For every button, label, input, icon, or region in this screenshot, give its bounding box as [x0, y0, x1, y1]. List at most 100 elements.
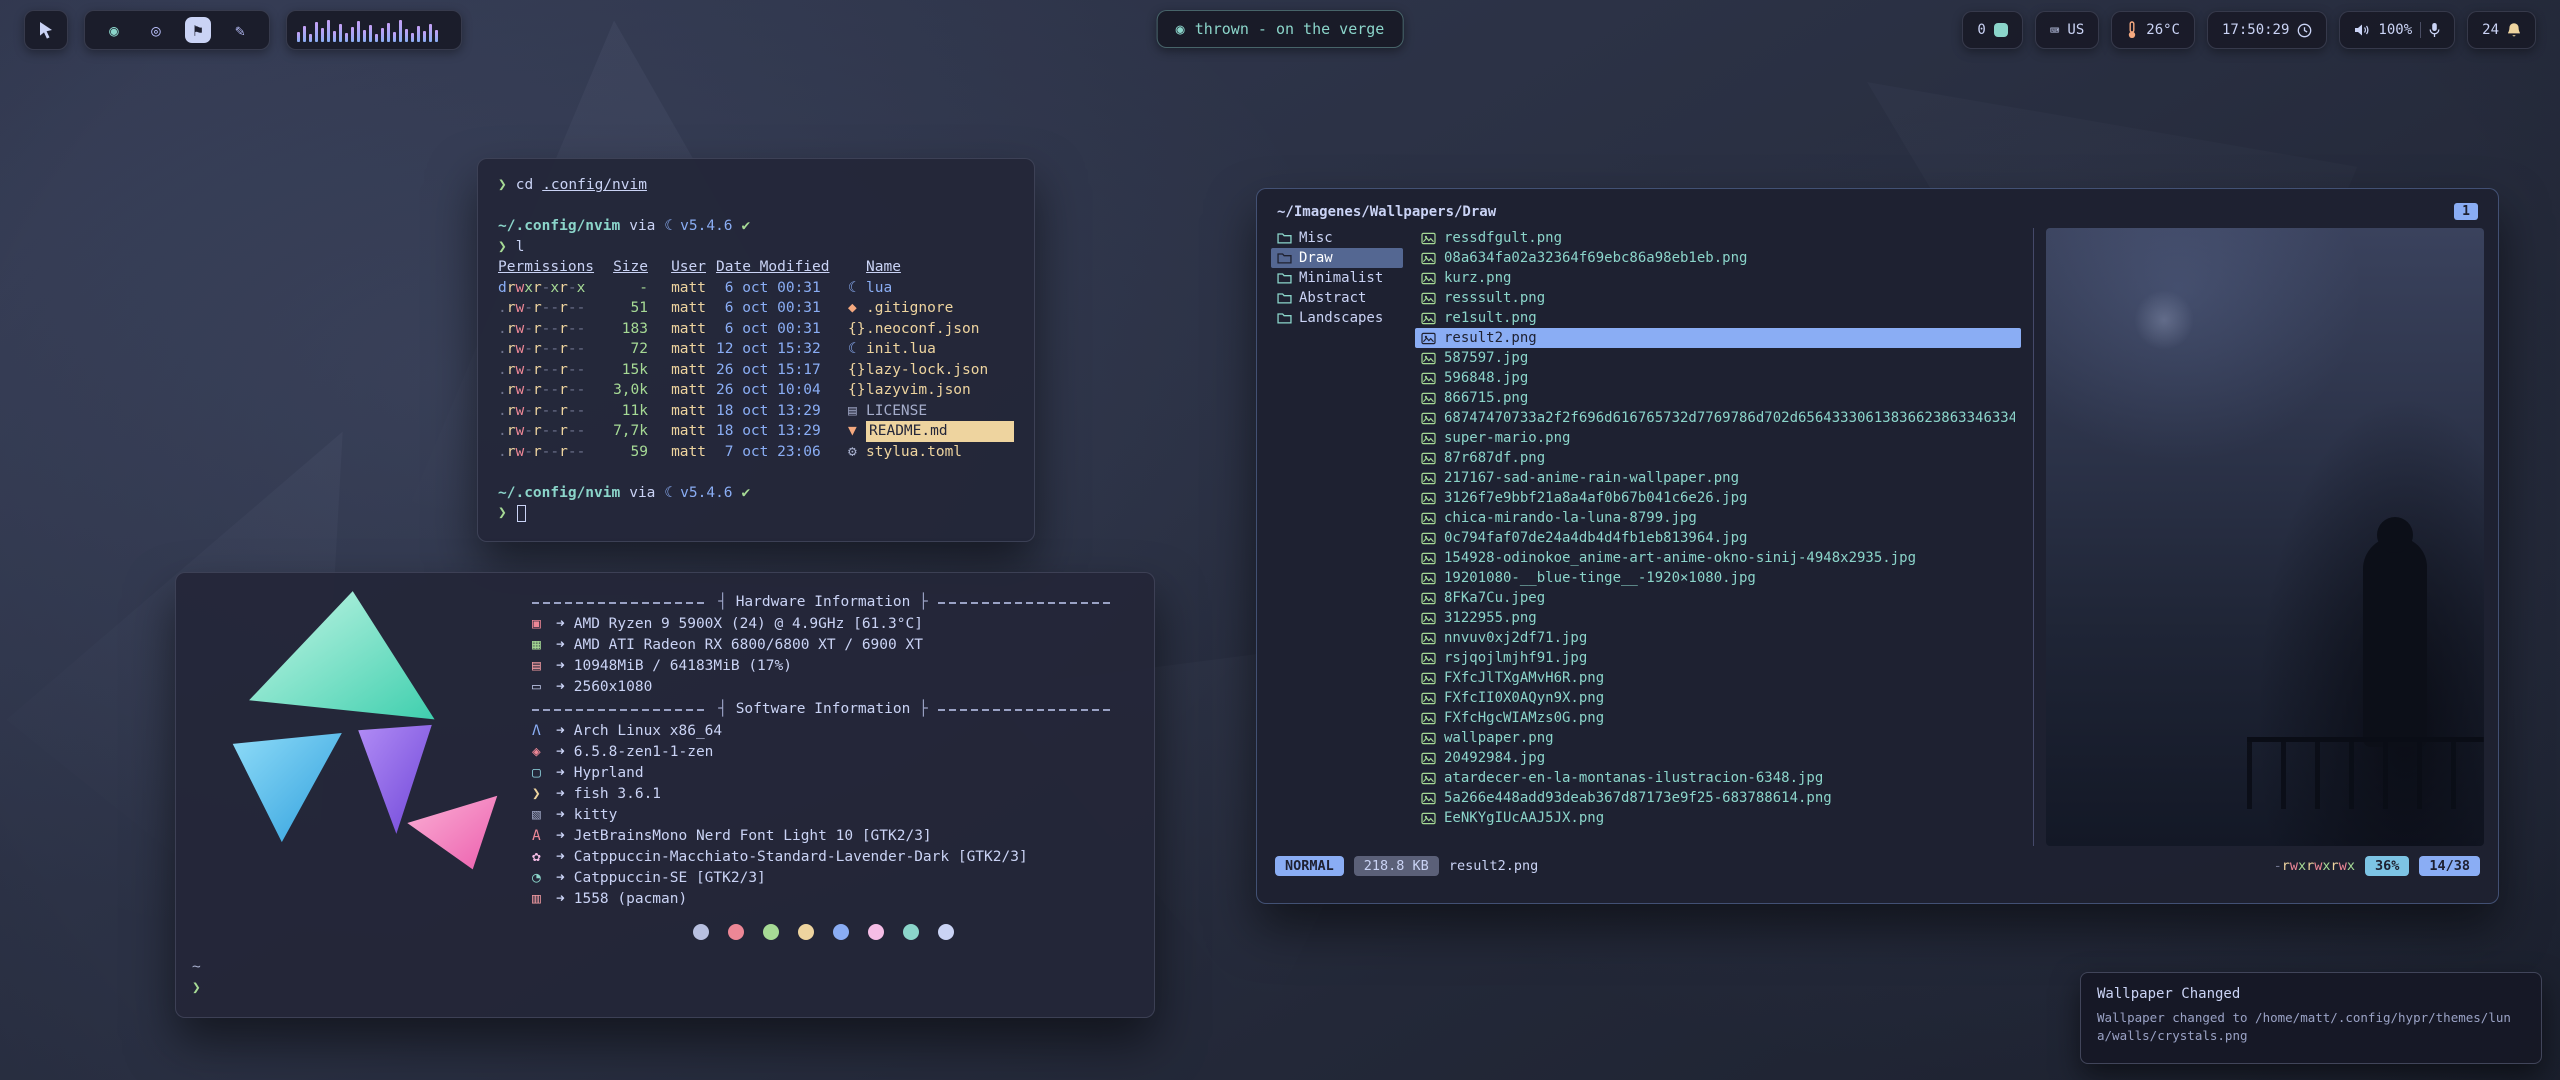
lua-icon: ☾: [664, 216, 673, 237]
file-size-badge: 218.8 KB: [1354, 856, 1439, 876]
file-name: kurz.png: [1444, 270, 1511, 286]
updates-widget[interactable]: 0: [1962, 11, 2022, 49]
tab-badge[interactable]: 1: [2454, 203, 2478, 220]
file-row[interactable]: rsjqojlmjhf91.jpg: [1415, 648, 2021, 668]
folder-sidebar: MiscDrawMinimalistAbstractLandscapes: [1271, 228, 1403, 846]
notifications-widget[interactable]: 24: [2467, 11, 2536, 49]
file-row[interactable]: 587597.jpg: [1415, 348, 2021, 368]
fetch-line-wm: ▢➜Hyprland: [532, 763, 1114, 784]
terminal-window-nvim[interactable]: ❯ cd .config/nvim ~/.config/nvim via ☾ v…: [477, 158, 1035, 542]
quicklaunch-notes-button[interactable]: ✎: [227, 17, 253, 43]
visualizer-bar: [429, 24, 432, 42]
visualizer-bar: [369, 25, 372, 42]
clock-widget[interactable]: 17:50:29: [2207, 11, 2327, 49]
image-file-icon: [1421, 272, 1436, 285]
arrow-icon: ➜: [556, 868, 565, 889]
file-date: 12 oct 15:32: [706, 339, 838, 360]
file-row[interactable]: 866715.png: [1415, 388, 2021, 408]
file-row[interactable]: EeNKYgIUcAAJ5JX.png: [1415, 808, 2021, 828]
file-manager-header: ~/Imagenes/Wallpapers/Draw 1: [1271, 201, 2484, 228]
file-date: 6 oct 00:31: [706, 278, 838, 299]
file-name: FXfcHgcWIAMzs0G.png: [1444, 710, 1604, 726]
file-row[interactable]: super-mario.png: [1415, 428, 2021, 448]
file-row[interactable]: 08a634fa02a32364f69ebc86a98eb1eb.png: [1415, 248, 2021, 268]
image-preview: [2046, 228, 2484, 846]
lua-folder-icon: ☾: [838, 278, 866, 299]
image-file-icon: [1421, 572, 1436, 585]
file-row[interactable]: kurz.png: [1415, 268, 2021, 288]
sidebar-item-misc[interactable]: Misc: [1271, 228, 1403, 248]
file-row[interactable]: FXfcHgcWIAMzs0G.png: [1415, 708, 2021, 728]
file-row[interactable]: 5a266e448add93deab367d87173e9f25-6837886…: [1415, 788, 2021, 808]
launcher-button[interactable]: [24, 10, 68, 50]
file-row[interactable]: FXfcII0X0AQyn9X.png: [1415, 688, 2021, 708]
file-row[interactable]: 68747470733a2f2f696d616765732d7769786d70…: [1415, 408, 2021, 428]
visualizer-bar: [399, 20, 402, 42]
file-row[interactable]: nnvuv0xj2df71.jpg: [1415, 628, 2021, 648]
image-file-icon: [1421, 812, 1436, 825]
quicklaunch-flag-button[interactable]: ⚑: [185, 17, 211, 43]
folder-icon: [1277, 252, 1292, 264]
music-widget[interactable]: ◉ thrown - on the verge: [1157, 10, 1404, 48]
temperature-widget[interactable]: 26°C: [2111, 11, 2195, 49]
file-name: nnvuv0xj2df71.jpg: [1444, 630, 1587, 646]
file-name: FXfcII0X0AQyn9X.png: [1444, 690, 1604, 706]
prompt-line[interactable]: ❯: [498, 503, 1014, 524]
prompt-symbol: ❯: [192, 978, 201, 999]
notification-toast[interactable]: Wallpaper Changed Wallpaper changed to /…: [2080, 972, 2542, 1064]
file-row[interactable]: wallpaper.png: [1415, 728, 2021, 748]
file-row[interactable]: atardecer-en-la-montanas-ilustracion-634…: [1415, 768, 2021, 788]
file-size: 72: [602, 339, 648, 360]
quicklaunch-browser-button[interactable]: ◉: [101, 17, 127, 43]
visualizer-bar: [393, 32, 396, 42]
image-file-icon: [1421, 352, 1436, 365]
gpu-icon: ▦: [532, 635, 556, 656]
temperature-value: 26°C: [2146, 22, 2180, 38]
file-row[interactable]: chica-mirando-la-luna-8799.jpg: [1415, 508, 2021, 528]
sidebar-item-abstract[interactable]: Abstract: [1271, 288, 1403, 308]
volume-widget[interactable]: 100%: [2339, 11, 2455, 49]
file-row[interactable]: 20492984.jpg: [1415, 748, 2021, 768]
gear-icon: ⚙: [838, 442, 866, 463]
image-file-icon: [1421, 492, 1436, 505]
notes-icon: ✎: [235, 21, 245, 40]
file-manager-window[interactable]: ~/Imagenes/Wallpapers/Draw 1 MiscDrawMin…: [1256, 188, 2499, 904]
file-row[interactable]: FXfcJlTXgAMvH6R.png: [1415, 668, 2021, 688]
cwd-path: ~/.config/nvim: [498, 216, 620, 237]
keyboard-layout-widget[interactable]: ⌨ US: [2035, 11, 2100, 49]
palette-dot: [868, 924, 884, 940]
file-size: 183: [602, 319, 648, 340]
file-row[interactable]: ressdfgult.png: [1415, 228, 2021, 248]
quicklaunch-chat-button[interactable]: ◎: [143, 17, 169, 43]
file-row[interactable]: 217167-sad-anime-rain-wallpaper.png: [1415, 468, 2021, 488]
visualizer-bar: [363, 30, 366, 42]
fetch-terminal-window[interactable]: Hardware Information ▣➜AMD Ryzen 9 5900X…: [175, 572, 1155, 1018]
kernel-icon: ◈: [532, 742, 556, 763]
file-row[interactable]: 3126f7e9bbf21a8a4af0b67b041c6e26.jpg: [1415, 488, 2021, 508]
file-row[interactable]: resssult.png: [1415, 288, 2021, 308]
col-date-modified: Date Modified: [706, 257, 838, 278]
sidebar-item-landscapes[interactable]: Landscapes: [1271, 308, 1403, 328]
visualizer-bar: [387, 23, 390, 42]
image-file-icon: [1421, 512, 1436, 525]
file-row[interactable]: 154928-odinokoe_anime-art-anime-okno-sin…: [1415, 548, 2021, 568]
fetch-prompt[interactable]: ~ ❯: [192, 957, 201, 999]
sidebar-item-draw[interactable]: Draw: [1271, 248, 1403, 268]
file-row[interactable]: 19201080-__blue-tinge__-1920×1080.jpg: [1415, 568, 2021, 588]
updates-count: 0: [1977, 22, 1985, 38]
file-row[interactable]: result2.png: [1415, 328, 2021, 348]
file-date: 7 oct 23:06: [706, 442, 838, 463]
sidebar-item-minimalist[interactable]: Minimalist: [1271, 268, 1403, 288]
file-row[interactable]: 8FKa7Cu.jpeg: [1415, 588, 2021, 608]
file-name: 8FKa7Cu.jpeg: [1444, 590, 1545, 606]
file-size: 11k: [602, 401, 648, 422]
col-name: Name: [866, 257, 1014, 278]
file-name: 596848.jpg: [1444, 370, 1528, 386]
cwd-line: ~/.config/nvim via ☾ v5.4.6 ✔: [498, 216, 1014, 237]
file-row[interactable]: 3122955.png: [1415, 608, 2021, 628]
file-row[interactable]: 596848.jpg: [1415, 368, 2021, 388]
updates-icon: [1994, 23, 2008, 37]
file-row[interactable]: re1sult.png: [1415, 308, 2021, 328]
file-row[interactable]: 0c794faf07de24a4db4d4fb1eb813964.jpg: [1415, 528, 2021, 548]
file-row[interactable]: 87r687df.png: [1415, 448, 2021, 468]
